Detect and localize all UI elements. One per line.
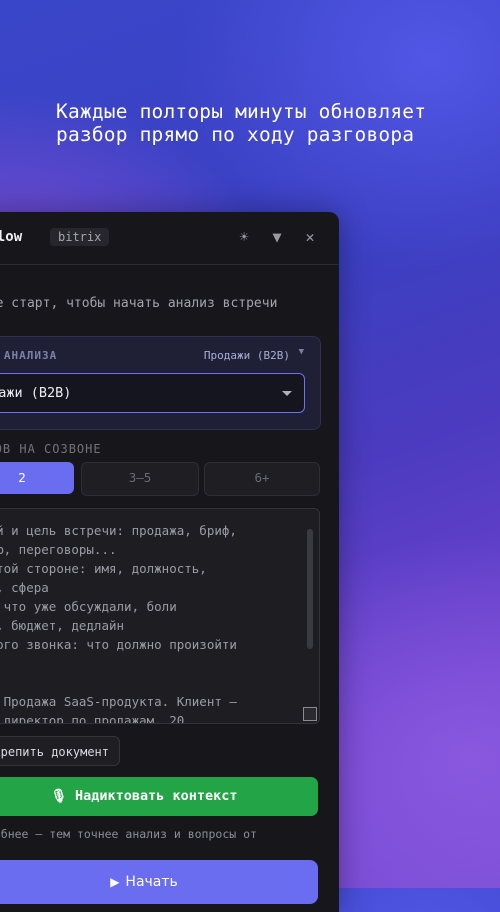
filter-icon[interactable]: ▼ [268, 228, 286, 246]
context-placeholder: нарий и цель встречи: продажа, бриф, ерв… [0, 523, 237, 724]
dictate-context-button[interactable]: 🎙 Надиктовать контекст [0, 777, 318, 816]
title-bar: tFlow bitrix ☀ ▼ ✕ [0, 212, 339, 265]
promo-headline: Каждые полторы минуты обновляет разбор п… [56, 100, 427, 146]
attach-document-label: Прикрепить документ [0, 745, 109, 759]
app-name: tFlow [0, 229, 23, 245]
close-icon[interactable]: ✕ [301, 228, 319, 246]
participants-option-2[interactable]: 2 [0, 462, 74, 494]
play-icon: ▶ [110, 875, 120, 889]
dictate-context-label: Надиктовать контекст [74, 788, 238, 804]
start-button[interactable]: ▶ Начать [0, 860, 318, 904]
analysis-mode-select[interactable]: одажи (B2B) [0, 373, 305, 413]
start-hint: ите старт, чтобы начать анализ встречи [0, 296, 278, 311]
microphone-icon: 🎙 [50, 789, 67, 804]
participants-option-3-5[interactable]: 3–5 [81, 462, 199, 496]
textarea-scrollbar[interactable] [307, 529, 313, 649]
app-window: tFlow bitrix ☀ ▼ ✕ ите старт, чтобы нача… [0, 212, 339, 912]
participants-label: НИКОВ НА СОЗВОНЕ [0, 442, 102, 456]
crm-badge: bitrix [50, 228, 110, 246]
sun-icon[interactable]: ☀ [235, 228, 253, 246]
analysis-mode-value: одажи (B2B) [0, 385, 72, 401]
select-chevron-icon [282, 391, 292, 396]
analysis-mode-summary[interactable]: Продажи (B2B) [204, 349, 290, 362]
participants-option-6-plus[interactable]: 6+ [204, 462, 320, 496]
attach-document-button[interactable]: Прикрепить документ [0, 736, 120, 766]
resize-handle[interactable] [303, 707, 317, 721]
analysis-mode-label: ИМ АНАЛИЗА [0, 349, 58, 362]
analysis-mode-card: ИМ АНАЛИЗА Продажи (B2B) ▼ одажи (B2B) [0, 336, 321, 430]
chevron-down-icon[interactable]: ▼ [299, 347, 304, 357]
detail-note: дробнее — тем точнее анализ и вопросы от… [0, 827, 257, 841]
context-textarea[interactable]: нарий и цель встречи: продажа, бриф, ерв… [0, 508, 320, 724]
